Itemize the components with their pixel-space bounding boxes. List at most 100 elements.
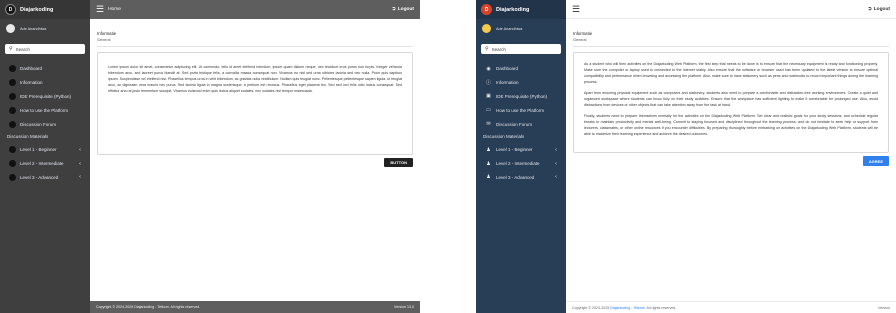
footer: Copyright © 2024-2025 Diajarkoding - Tel… xyxy=(566,301,896,313)
code-file-icon: ▣ xyxy=(486,93,491,100)
sidebar-item-ide[interactable]: IDE Prerequisite (Python) xyxy=(0,90,90,104)
sidebar-item-label: Level 2 - Intermediate xyxy=(20,161,64,167)
hamburger-icon[interactable]: ☰ xyxy=(572,4,580,14)
sidebar-item-label: How to use the Platform xyxy=(20,107,69,113)
sidebar-item-label: Discussion Forum xyxy=(20,121,57,127)
body-paragraph: As a student who will then activities on… xyxy=(584,62,878,84)
logout-icon: ➲ xyxy=(391,7,396,12)
breadcrumb: General xyxy=(97,38,413,47)
sidebar-item-label: Level 3 - Advanced xyxy=(496,174,535,180)
brand-logo: D xyxy=(5,4,16,15)
primary-button[interactable]: BUTTON xyxy=(384,158,413,168)
right-app-window: D Diajarkoding Ade Anandhiwa ⚲ Search ◉ D… xyxy=(476,0,896,313)
top-navbar: ☰ ➲ Logout xyxy=(566,0,896,19)
search-placeholder: Search xyxy=(15,46,30,52)
chevron-left-icon: ‹ xyxy=(555,160,557,167)
breadcrumb: General xyxy=(573,38,889,47)
chevron-left-icon: ‹ xyxy=(79,174,81,181)
comments-icon: ✉ xyxy=(486,121,491,128)
sidebar-item-forum[interactable]: Discussion Forum xyxy=(0,117,90,131)
sidebar-item-label: IDE Prerequisite (Python) xyxy=(20,93,72,99)
brand-name: Diajarkoding xyxy=(496,6,530,13)
hamburger-icon[interactable]: ☰ xyxy=(96,5,104,14)
search-input[interactable]: ⚲ Search xyxy=(5,44,85,54)
sidebar-item-label: Level 1 - Beginner xyxy=(20,147,57,153)
sidebar-item-level-3[interactable]: Level 3 - Advanced ‹ xyxy=(0,171,90,185)
search-placeholder: Search xyxy=(491,46,506,52)
level-icon xyxy=(9,160,16,168)
sidebar-item-level-1[interactable]: Level 1 - Beginner ‹ xyxy=(0,143,90,157)
brand[interactable]: D Diajarkoding xyxy=(0,0,90,19)
navbar-title[interactable]: Home xyxy=(108,7,392,12)
sidebar-item-label: Level 1 - Beginner xyxy=(496,147,533,153)
nav-section-header: Discussion Materials xyxy=(483,134,525,140)
sidebar-item-level-2[interactable]: ♟ Level 2 - Intermediate ‹ xyxy=(476,157,566,171)
page-title: Informatie xyxy=(97,31,117,36)
sidebar-item-label: Dashboard xyxy=(20,66,43,72)
nav-menu: ◉ Dashboard ⓘ Information ▣ IDE Prerequisit… xyxy=(476,62,566,184)
sidebar-item-label: Information xyxy=(496,80,519,86)
sidebar-item-how-to[interactable]: ▭ How to use the Platform xyxy=(476,103,566,117)
content-card: Lorem ipsum dolor sit amet, consectetur … xyxy=(97,52,413,155)
search-input[interactable]: ⚲ Search xyxy=(481,44,561,54)
content-card: As a student who will then activities on… xyxy=(573,52,889,154)
sidebar: D Diajarkoding Ade Anandhiwa ⚲ Search Da… xyxy=(0,0,90,313)
left-app-window: D Diajarkoding Ade Anandhiwa ⚲ Search Da… xyxy=(0,0,420,313)
sidebar-item-forum[interactable]: ✉ Discussion Forum xyxy=(476,117,566,131)
chevron-left-icon: ‹ xyxy=(79,160,81,167)
sidebar-item-information[interactable]: ⓘ Information xyxy=(476,76,566,90)
sidebar-item-label: IDE Prerequisite (Python) xyxy=(496,93,548,99)
sidebar-item-level-1[interactable]: ♟ Level 1 - Beginner ‹ xyxy=(476,143,566,157)
sidebar-item-level-3[interactable]: ♟ Level 3 - Advanced ‹ xyxy=(476,171,566,185)
info-icon: ⓘ xyxy=(485,80,491,87)
sidebar-item-label: Discussion Forum xyxy=(496,121,533,127)
sidebar-item-label: How to use the Platform xyxy=(496,107,545,113)
copyright-text: Copyright © 2024-2025 Diajarkoding - Tel… xyxy=(572,306,676,310)
comments-icon xyxy=(9,120,16,128)
button-row: BUTTON xyxy=(97,158,413,168)
dashboard-icon: ◉ xyxy=(486,65,491,72)
sidebar-item-label: Level 2 - Intermediate xyxy=(496,161,540,167)
chevron-left-icon: ‹ xyxy=(79,146,81,153)
dashboard-icon xyxy=(9,65,16,73)
sidebar-item-label: Information xyxy=(20,80,43,86)
body-paragraph: Finally, students need to prepare themse… xyxy=(584,114,878,137)
main-content: Informatie General As a student who will… xyxy=(566,19,896,301)
logout-label: Logout xyxy=(397,7,414,12)
brand[interactable]: D Diajarkoding xyxy=(476,0,566,19)
agree-button[interactable]: AGREE xyxy=(862,156,889,166)
button-row: AGREE xyxy=(573,156,889,166)
laptop-icon: ▭ xyxy=(486,107,491,114)
nav-menu: Dashboard Information IDE Prerequisite (… xyxy=(0,62,90,184)
sidebar-item-dashboard[interactable]: Dashboard xyxy=(0,62,90,76)
code-icon xyxy=(9,92,16,100)
user-level-icon: ♟ xyxy=(486,174,491,181)
logout-button[interactable]: ➲ Logout xyxy=(392,7,414,12)
sidebar-item-dashboard[interactable]: ◉ Dashboard xyxy=(476,62,566,76)
level-icon xyxy=(9,146,16,154)
user-level-icon: ♟ xyxy=(486,146,491,153)
search-icon: ⚲ xyxy=(485,46,489,52)
nav-section-header: Discussion Materials xyxy=(7,134,49,140)
footer-link[interactable]: Diajarkoding - Telkom xyxy=(610,306,645,310)
sidebar-item-label: Dashboard xyxy=(496,66,519,72)
logout-button[interactable]: ➲ Logout xyxy=(868,7,890,12)
brand-name: Diajarkoding xyxy=(20,6,54,13)
info-icon xyxy=(9,79,16,87)
copyright-suffix: . All rights reserved. xyxy=(644,305,677,310)
sidebar-item-ide[interactable]: ▣ IDE Prerequisite (Python) xyxy=(476,90,566,104)
level-icon xyxy=(9,173,16,181)
sidebar-item-label: Level 3 - Advanced xyxy=(20,174,59,180)
user-level-icon: ♟ xyxy=(486,160,491,167)
laptop-icon xyxy=(9,106,16,114)
user-panel[interactable]: Ade Anandhiwa xyxy=(0,19,90,38)
avatar xyxy=(482,24,491,33)
version-text: Version xyxy=(878,305,890,310)
user-panel[interactable]: Ade Anandhiwa xyxy=(476,19,566,38)
sidebar-item-information[interactable]: Information xyxy=(0,76,90,90)
avatar xyxy=(6,24,15,33)
sidebar-item-level-2[interactable]: Level 2 - Intermediate ‹ xyxy=(0,157,90,171)
user-name: Ade Anandhiwa xyxy=(20,26,47,31)
sidebar-item-how-to[interactable]: How to use the Platform xyxy=(0,103,90,117)
chevron-left-icon: ‹ xyxy=(555,174,557,181)
